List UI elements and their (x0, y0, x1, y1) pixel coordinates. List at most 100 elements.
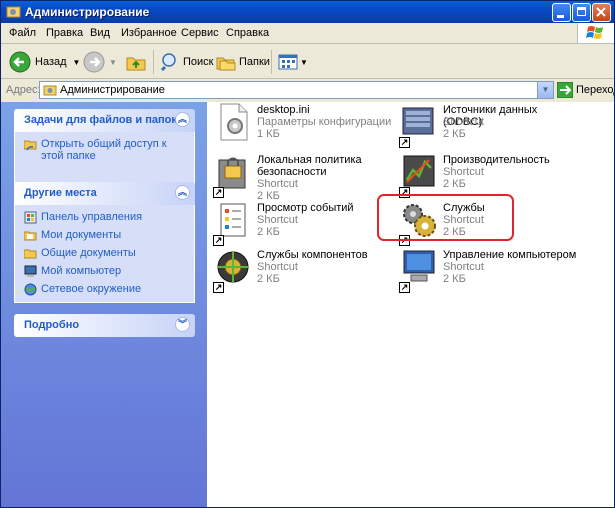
maximize-button[interactable] (572, 3, 591, 22)
file-type: Shortcut (443, 116, 484, 128)
task-pane: Задачи для файлов и папок ︽ Открыть общи… (1, 102, 207, 507)
file-type: Shortcut (257, 214, 298, 226)
event-viewer-icon (220, 203, 246, 237)
file-item-security-policy[interactable]: ↗ Локальная политика безопасности Shortc… (213, 152, 393, 202)
file-size: 2 КБ (443, 273, 466, 285)
file-name: Локальная политика безопасности (257, 154, 362, 178)
folders-icon (216, 57, 236, 71)
services-highlight (377, 194, 514, 241)
file-tasks-panel: Задачи для файлов и папок ︽ Открыть общи… (14, 109, 195, 185)
admin-tools-small-icon (43, 85, 57, 96)
back-dropdown-icon[interactable]: ▼ (73, 58, 81, 67)
file-type: Shortcut (257, 178, 298, 190)
views-button[interactable]: ▼ (278, 51, 308, 73)
my-documents-icon (24, 231, 37, 241)
shortcut-arrow-icon: ↗ (213, 187, 224, 198)
other-places-panel: Другие места ︽ Панель управления Мои док… (14, 182, 195, 303)
collapse-chevron-icon[interactable]: ︽ (175, 185, 190, 200)
go-button[interactable]: Переход (557, 82, 614, 98)
collapse-chevron-icon[interactable]: ︽ (175, 112, 190, 127)
back-arrow-icon (9, 51, 31, 73)
menu-view[interactable]: Вид (90, 27, 110, 39)
go-label: Переход (576, 84, 614, 96)
up-folder-button[interactable] (125, 51, 147, 73)
menu-file[interactable]: Файл (9, 27, 36, 39)
place-label: Сетевое окружение (41, 283, 142, 295)
views-dropdown-icon[interactable]: ▼ (300, 58, 308, 67)
shortcut-arrow-icon: ↗ (213, 235, 224, 246)
file-item-computer-management[interactable]: ↗ Управление компьютером Shortcut 2 КБ (399, 247, 579, 293)
file-type: Параметры конфигурации (257, 116, 392, 128)
views-icon (278, 54, 298, 70)
menu-tools[interactable]: Сервис (181, 27, 219, 39)
back-button[interactable]: Назад ▼ (9, 51, 80, 73)
file-tasks-header[interactable]: Задачи для файлов и папок ︽ (14, 109, 195, 132)
my-computer-icon (24, 265, 37, 277)
place-label: Мой компьютер (41, 265, 122, 277)
file-item-component-services[interactable]: ↗ Службы компонентов Shortcut 2 КБ (213, 247, 393, 293)
file-name: Управление компьютером (443, 249, 577, 261)
task-share-folder[interactable]: Открыть общий доступ к этой папке (15, 138, 194, 166)
explorer-window: Администрирование Файл Правка Вид Избран… (0, 0, 615, 508)
forward-arrow-icon (83, 51, 105, 73)
menu-help[interactable]: Справка (226, 27, 269, 39)
task-share-folder-label: Открыть общий доступ к этой папке (41, 138, 167, 162)
file-item-performance[interactable]: ↗ Производительность Shortcut 2 КБ (399, 152, 579, 198)
go-arrow-icon (557, 82, 573, 98)
close-icon (596, 7, 606, 17)
address-field[interactable]: Администрирование ▼ (39, 81, 554, 99)
toolbar: Назад ▼ ▼ Поиск Папки ▼ (1, 44, 614, 79)
file-name: Производительность (443, 154, 550, 166)
file-name: desktop.ini (257, 104, 310, 116)
details-header[interactable]: Подробно ︾ (14, 314, 195, 337)
file-item-desktop-ini[interactable]: desktop.ini Параметры конфигурации 1 КБ (213, 102, 393, 148)
file-type: Shortcut (443, 166, 484, 178)
address-label: Адрес: (6, 84, 41, 96)
expand-chevron-icon[interactable]: ︾ (175, 317, 190, 332)
address-bar: Адрес: Администрирование ▼ Переход (1, 79, 614, 101)
folders-label: Папки (239, 56, 270, 68)
file-size: 2 КБ (257, 226, 280, 238)
file-tasks-body: Открыть общий доступ к этой папке (14, 132, 195, 185)
file-item-event-viewer[interactable]: ↗ Просмотр событий Shortcut 2 КБ (213, 200, 393, 246)
title-bar[interactable]: Администрирование (1, 1, 614, 23)
menu-bar: Файл Правка Вид Избранное Сервис Справка (1, 23, 614, 44)
back-label: Назад (35, 56, 67, 68)
network-places-icon (24, 283, 37, 296)
forward-button[interactable]: ▼ (83, 51, 117, 73)
windows-logo (577, 23, 614, 43)
windows-flag-icon (586, 26, 603, 39)
place-label: Мои документы (41, 229, 122, 241)
place-my-computer[interactable]: Мой компьютер (15, 265, 194, 283)
place-shared-documents[interactable]: Общие документы (15, 247, 194, 265)
address-dropdown-icon[interactable]: ▼ (537, 82, 553, 98)
forward-dropdown-icon[interactable]: ▼ (109, 58, 117, 67)
settings-file-icon (220, 103, 248, 141)
minimize-button[interactable] (552, 3, 571, 22)
window-title: Администрирование (25, 5, 150, 19)
place-my-documents[interactable]: Мои документы (15, 229, 194, 247)
other-places-title: Другие места (24, 187, 97, 199)
shortcut-arrow-icon: ↗ (399, 282, 410, 293)
computer-management-icon (403, 250, 435, 282)
search-button[interactable]: Поиск (160, 51, 213, 73)
place-network[interactable]: Сетевое окружение (15, 283, 194, 296)
close-button[interactable] (592, 3, 611, 22)
toolbar-separator (271, 50, 272, 74)
place-label: Общие документы (41, 247, 136, 259)
search-label: Поиск (183, 56, 214, 68)
file-type: Shortcut (257, 261, 298, 273)
folders-button[interactable]: Папки (216, 51, 270, 73)
admin-tools-icon (6, 6, 21, 18)
share-folder-icon (24, 140, 37, 151)
folder-up-icon (126, 57, 146, 71)
other-places-header[interactable]: Другие места ︽ (14, 182, 195, 205)
details-title: Подробно (24, 319, 80, 331)
address-value: Администрирование (60, 84, 165, 96)
place-label: Панель управления (41, 211, 143, 223)
shortcut-arrow-icon: ↗ (399, 137, 410, 148)
file-item-odbc[interactable]: ↗ Источники данных (ODBC) Shortcut 2 КБ (399, 102, 579, 148)
place-control-panel[interactable]: Панель управления (15, 211, 194, 229)
menu-edit[interactable]: Правка (46, 27, 83, 39)
menu-favorites[interactable]: Избранное (121, 27, 177, 39)
